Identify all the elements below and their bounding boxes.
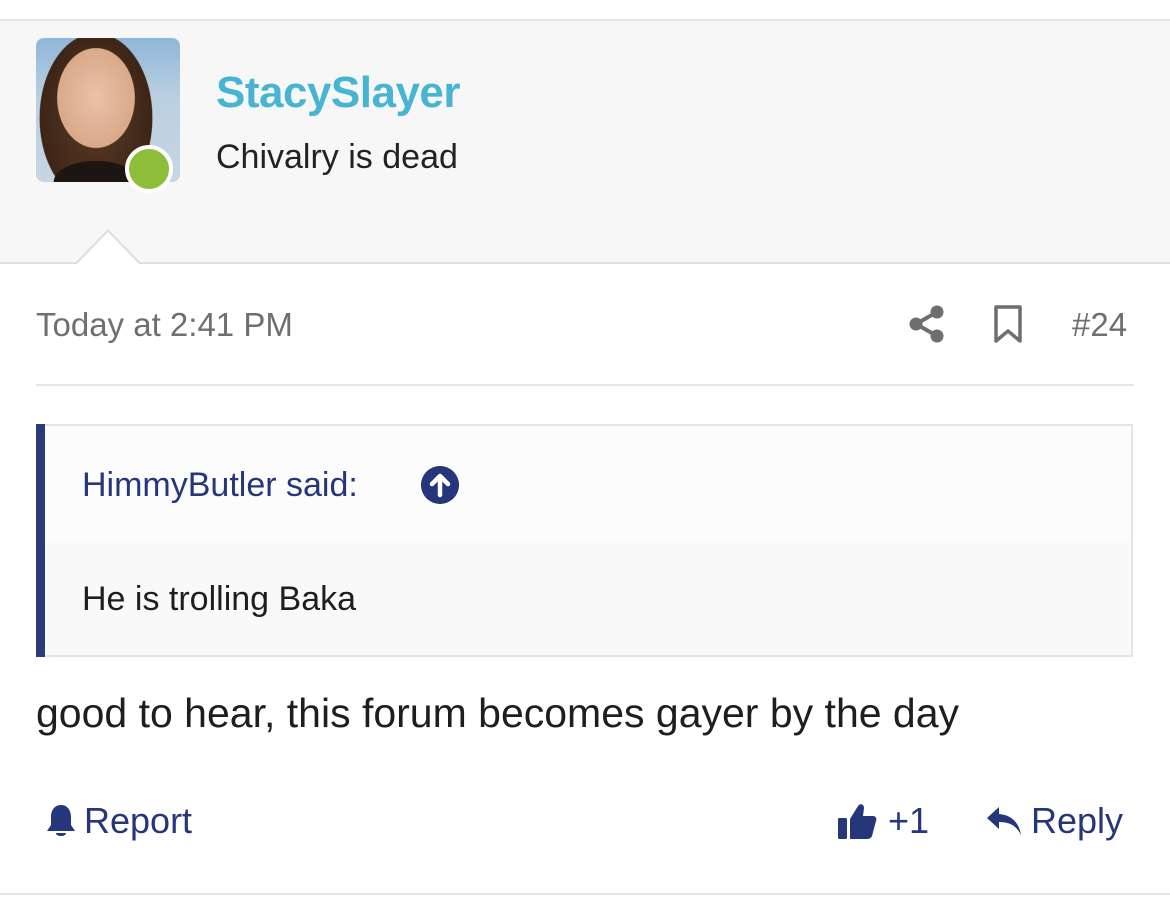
post-permalink-number[interactable]: #24	[1072, 306, 1127, 344]
reply-label: Reply	[1031, 800, 1124, 841]
arrow-up-circle-icon[interactable]	[421, 466, 459, 504]
like-count: +1	[888, 800, 930, 841]
quote-text: He is trolling Baka	[82, 580, 357, 618]
meta-divider	[36, 384, 1134, 386]
reply-button[interactable]: Reply	[985, 800, 1123, 842]
like-button[interactable]: +1	[836, 800, 929, 842]
reply-arrow-icon	[987, 807, 1021, 835]
thumbs-up-icon	[838, 804, 877, 839]
online-status-indicator	[125, 145, 173, 193]
quote-accent-bar	[36, 424, 45, 657]
report-button[interactable]: Report	[44, 800, 192, 842]
bell-icon	[47, 805, 75, 836]
bookmark-icon[interactable]	[992, 304, 1024, 344]
header-pointer-fill	[77, 232, 139, 264]
username-link[interactable]: StacySlayer	[216, 68, 461, 118]
quote-author-line[interactable]: HimmyButler said:	[82, 466, 358, 505]
post-timestamp[interactable]: Today at 2:41 PM	[36, 306, 293, 344]
share-icon[interactable]	[908, 304, 946, 344]
post-body-text: good to hear, this forum becomes gayer b…	[36, 690, 960, 736]
user-title: Chivalry is dead	[216, 138, 458, 176]
report-label: Report	[84, 800, 193, 841]
bottom-divider	[0, 893, 1170, 895]
